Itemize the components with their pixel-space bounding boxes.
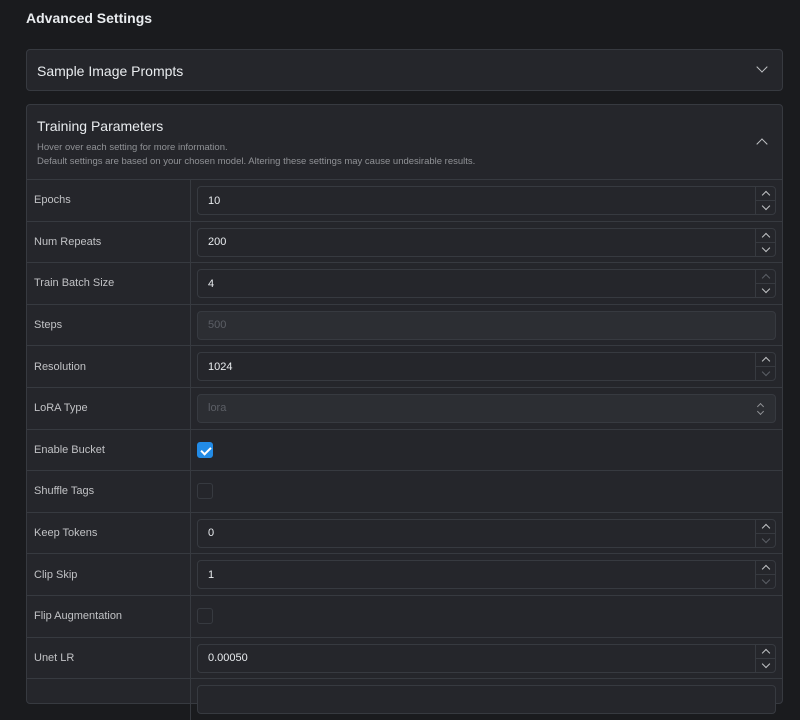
enable-bucket-label: Enable Bucket [27, 429, 191, 471]
training-parameters-table: Epochs 10 Num Repeats 200 Train Batch Si… [27, 179, 782, 720]
clip-skip-stepper [755, 561, 775, 589]
resolution-label: Resolution [27, 346, 191, 387]
unet-lr-stepper [755, 644, 775, 672]
resolution-increment-button[interactable] [756, 353, 775, 368]
train-batch-size-stepper [755, 270, 775, 298]
row-resolution: Resolution 1024 [27, 345, 782, 387]
flip-augmentation-checkbox[interactable] [197, 607, 213, 624]
unet-lr-input[interactable]: 0.00050 [197, 643, 776, 673]
page-title: Advanced Settings [26, 10, 153, 26]
lora-type-value: lora [208, 402, 227, 415]
keep-tokens-input[interactable]: 0 [197, 518, 776, 548]
num-repeats-stepper [755, 228, 775, 256]
chevron-up-icon[interactable] [756, 138, 768, 150]
sample-image-prompts-title[interactable]: Sample Image Prompts [37, 63, 183, 79]
sample-image-prompts-accordion[interactable]: Sample Image Prompts [26, 49, 783, 91]
shuffle-tags-checkbox[interactable] [197, 483, 213, 500]
row-num-repeats: Num Repeats 200 [27, 220, 782, 263]
row-clip-skip: Clip Skip 1 [27, 553, 782, 595]
row-enable-bucket: Enable Bucket [27, 428, 782, 471]
epochs-label: Epochs [27, 180, 191, 221]
num-repeats-decrement-button[interactable] [756, 243, 775, 256]
resolution-stepper [755, 353, 775, 381]
lora-type-select[interactable]: lora [197, 393, 776, 423]
row-next-partial [27, 678, 782, 720]
keep-tokens-stepper [755, 519, 775, 547]
epochs-decrement-button[interactable] [756, 201, 775, 214]
row-train-batch-size: Train Batch Size 4 [27, 262, 782, 304]
training-description-defaults: Default settings are based on your chose… [37, 156, 476, 167]
num-repeats-increment-button[interactable] [756, 229, 775, 243]
flip-augmentation-label: Flip Augmentation [27, 595, 191, 637]
row-flip-augmentation: Flip Augmentation [27, 594, 782, 637]
clip-skip-label: Clip Skip [27, 554, 191, 595]
keep-tokens-decrement-button[interactable] [756, 534, 775, 547]
lora-type-label: LoRA Type [27, 387, 191, 429]
keep-tokens-value: 0 [208, 527, 215, 540]
clip-skip-decrement-button[interactable] [756, 575, 775, 588]
resolution-decrement-button[interactable] [756, 367, 775, 380]
clip-skip-increment-button[interactable] [756, 561, 775, 576]
train-batch-size-decrement-button[interactable] [756, 284, 775, 297]
selector-arrows-icon [757, 403, 765, 415]
enable-bucket-checkbox[interactable] [197, 441, 213, 458]
train-batch-size-input[interactable]: 4 [197, 269, 776, 299]
epochs-stepper [755, 187, 775, 214]
train-batch-size-increment-button[interactable] [756, 270, 775, 285]
training-parameters-accordion: Training Parameters Hover over each sett… [26, 104, 783, 720]
unet-lr-increment-button[interactable] [756, 645, 775, 659]
training-parameters-title[interactable]: Training Parameters [37, 118, 163, 134]
training-description-hover: Hover over each setting for more informa… [37, 142, 228, 153]
steps-input: 500 [197, 310, 776, 340]
resolution-input[interactable]: 1024 [197, 352, 776, 382]
epochs-increment-button[interactable] [756, 187, 775, 201]
row-epochs: Epochs 10 [27, 179, 782, 221]
row-keep-tokens: Keep Tokens 0 [27, 511, 782, 554]
unet-lr-label: Unet LR [27, 637, 191, 679]
row-shuffle-tags: Shuffle Tags [27, 470, 782, 512]
shuffle-tags-label: Shuffle Tags [27, 471, 191, 512]
epochs-input[interactable]: 10 [197, 186, 776, 215]
keep-tokens-label: Keep Tokens [27, 512, 191, 554]
num-repeats-value: 200 [208, 236, 227, 249]
resolution-value: 1024 [208, 360, 233, 373]
train-batch-size-label: Train Batch Size [27, 263, 191, 304]
keep-tokens-increment-button[interactable] [756, 520, 775, 534]
chevron-down-icon[interactable] [756, 61, 768, 73]
row-unet-lr: Unet LR 0.00050 [27, 636, 782, 679]
steps-label: Steps [27, 304, 191, 346]
epochs-value: 10 [208, 194, 221, 207]
steps-value: 500 [208, 319, 227, 332]
clip-skip-value: 1 [208, 568, 215, 581]
next-row-input[interactable] [197, 685, 776, 715]
unet-lr-value: 0.00050 [208, 652, 248, 665]
num-repeats-label: Num Repeats [27, 221, 191, 263]
num-repeats-input[interactable]: 200 [197, 227, 776, 257]
train-batch-size-value: 4 [208, 277, 215, 290]
row-steps: Steps 500 [27, 303, 782, 346]
clip-skip-input[interactable]: 1 [197, 560, 776, 590]
next-row-label [27, 679, 191, 720]
row-lora-type: LoRA Type lora [27, 386, 782, 429]
unet-lr-decrement-button[interactable] [756, 659, 775, 672]
